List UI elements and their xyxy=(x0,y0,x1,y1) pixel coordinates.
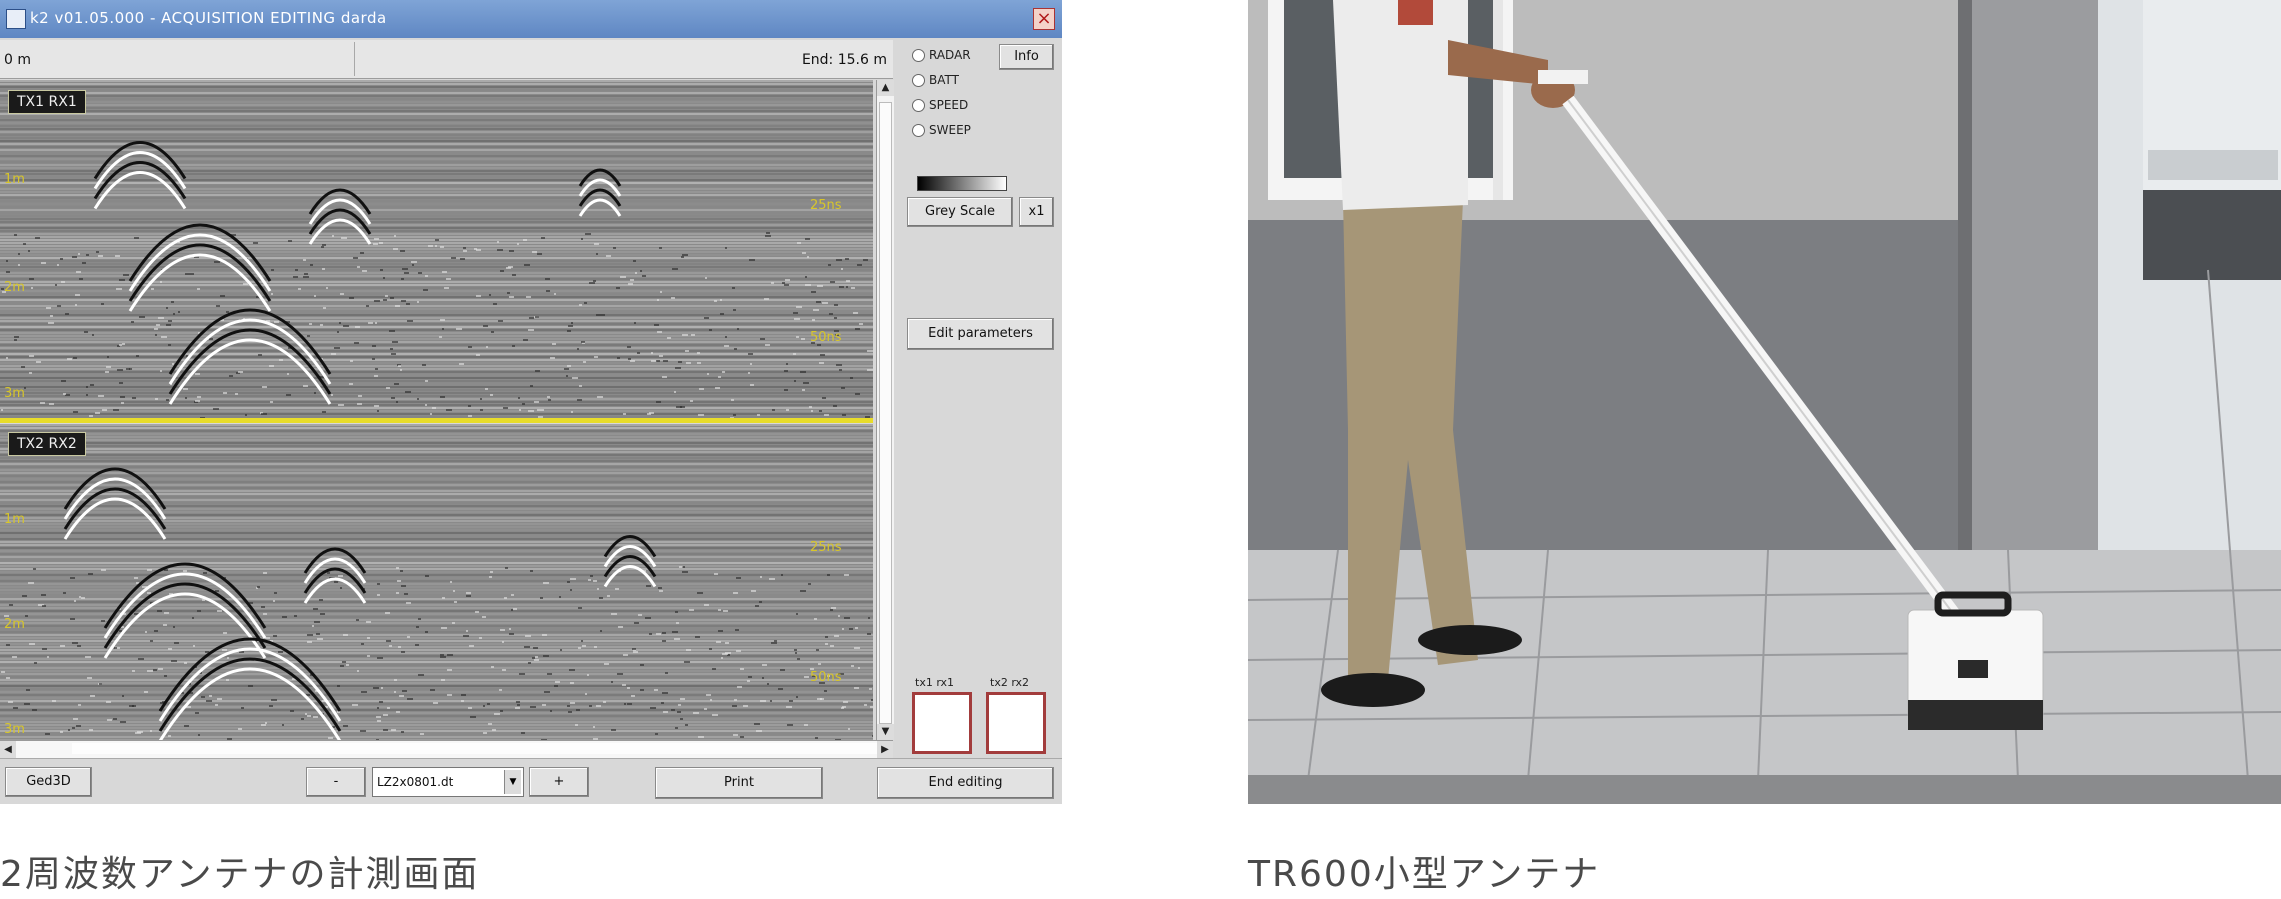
dropdown-arrow-icon[interactable]: ▼ xyxy=(504,770,521,794)
depth-label: 2m xyxy=(4,280,25,295)
radargram-image-2 xyxy=(0,424,873,740)
channel-label-1: TX1 RX1 xyxy=(8,90,86,114)
scroll-down-icon[interactable]: ▼ xyxy=(877,724,894,740)
file-select-value: LZ2x0801.dt xyxy=(377,775,454,789)
app-icon xyxy=(6,9,26,29)
ged3d-button[interactable]: Ged3D xyxy=(5,767,92,797)
depth-label: 3m xyxy=(4,722,25,737)
time-label: 25ns xyxy=(810,198,842,213)
depth-label: 3m xyxy=(4,386,25,401)
grey-scale-gradient xyxy=(917,176,1007,191)
radargram-image-1 xyxy=(0,80,873,418)
acquisition-window: k2 v01.05.000 - ACQUISITION EDITING dard… xyxy=(0,0,1062,804)
time-label: 50ns xyxy=(810,330,842,345)
time-label: 25ns xyxy=(810,540,842,555)
status-speed: SPEED xyxy=(912,98,968,116)
status-sweep: SWEEP xyxy=(912,123,971,141)
mini-view-label-1: tx1 rx1 xyxy=(915,676,955,689)
depth-label: 2m xyxy=(4,617,25,632)
vertical-scrollbar[interactable]: ▲ ▼ xyxy=(876,80,894,740)
scroll-left-icon[interactable]: ◀ xyxy=(0,741,16,758)
mini-view-1[interactable] xyxy=(912,692,972,754)
panel-divider xyxy=(0,418,873,423)
edit-parameters-button[interactable]: Edit parameters xyxy=(907,318,1054,350)
radargram-panel-1[interactable]: TX1 RX1 1m 2m 3m 25ns 50ns xyxy=(0,80,873,418)
distance-bar: 0 m End: 15.6 m xyxy=(0,40,893,79)
next-file-button[interactable]: + xyxy=(529,767,589,797)
caption-right: TR600小型アンテナ xyxy=(1248,854,1601,895)
depth-label: 1m xyxy=(4,172,25,187)
scale-factor-button[interactable]: x1 xyxy=(1019,197,1054,227)
distance-end: End: 15.6 m xyxy=(801,52,887,68)
mini-view-label-2: tx2 rx2 xyxy=(990,676,1030,689)
distance-divider xyxy=(354,42,355,76)
title-bar: k2 v01.05.000 - ACQUISITION EDITING dard… xyxy=(0,0,1062,38)
scroll-right-icon[interactable]: ▶ xyxy=(877,741,893,758)
scroll-thumb[interactable] xyxy=(879,102,892,724)
close-icon[interactable]: × xyxy=(1033,8,1055,30)
window-title: k2 v01.05.000 - ACQUISITION EDITING dard… xyxy=(30,9,387,27)
mini-view-2[interactable] xyxy=(986,692,1046,754)
file-select[interactable]: LZ2x0801.dt ▼ xyxy=(372,767,524,797)
distance-start: 0 m xyxy=(4,52,31,68)
end-editing-button[interactable]: End editing xyxy=(877,767,1054,799)
radio-icon xyxy=(912,74,925,87)
scroll-up-icon[interactable]: ▲ xyxy=(877,80,894,96)
horizontal-scrollbar[interactable]: ◀ ▶ xyxy=(0,740,893,758)
status-radar: RADAR xyxy=(912,48,971,66)
info-button[interactable]: Info xyxy=(999,44,1054,70)
radargram-panel-2[interactable]: TX2 RX2 1m 2m 3m 25ns 50ns xyxy=(0,424,873,740)
antenna-photo-illustration xyxy=(1248,0,2281,804)
depth-label: 1m xyxy=(4,512,25,527)
radio-icon xyxy=(912,49,925,62)
previous-file-button[interactable]: - xyxy=(306,767,366,797)
radio-icon xyxy=(912,124,925,137)
status-batt: BATT xyxy=(912,73,959,91)
radio-icon xyxy=(912,99,925,112)
grey-scale-button[interactable]: Grey Scale xyxy=(907,197,1013,227)
antenna-photo xyxy=(1248,0,2281,804)
scroll-thumb[interactable] xyxy=(72,743,880,754)
caption-left: 2周波数アンテナの計測画面 xyxy=(0,854,480,895)
channel-label-2: TX2 RX2 xyxy=(8,432,86,456)
time-label: 50ns xyxy=(810,670,842,685)
print-button[interactable]: Print xyxy=(655,767,823,799)
